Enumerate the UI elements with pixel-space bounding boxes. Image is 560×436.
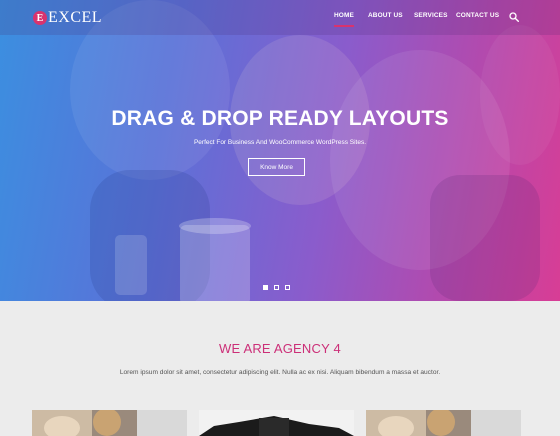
slider-dot-1[interactable]: [263, 285, 268, 290]
nav-services[interactable]: SERVICES: [414, 12, 448, 19]
logo-text: EXCEL: [48, 9, 103, 26]
agency-card-image-2[interactable]: [199, 410, 354, 436]
nav-home[interactable]: HOME: [334, 12, 354, 27]
site-logo[interactable]: E EXCEL: [33, 8, 102, 28]
site-header: E EXCEL HOME ABOUT US SERVICES CONTACT U…: [0, 0, 560, 35]
agency-card-image-3[interactable]: [366, 410, 521, 436]
hero-background-photo: [70, 0, 560, 301]
agency-description: Lorem ipsum dolor sit amet, consectetur …: [119, 369, 441, 376]
hero-subtitle: Perfect For Business And WooCommerce Wor…: [193, 139, 367, 146]
logo-badge: E: [33, 11, 47, 25]
slider-dot-2[interactable]: [274, 285, 279, 290]
nav-contact-us[interactable]: CONTACT US: [456, 12, 499, 19]
nav-about-us[interactable]: ABOUT US: [368, 12, 403, 19]
slider-dot-3[interactable]: [285, 285, 290, 290]
know-more-button[interactable]: Know More: [248, 158, 305, 176]
hero-slider: [0, 0, 560, 301]
agency-card-image-1[interactable]: [32, 410, 187, 436]
hero-title: DRAG & DROP READY LAYOUTS: [111, 107, 449, 130]
search-icon[interactable]: [509, 12, 519, 22]
agency-title: WE ARE AGENCY 4: [219, 341, 341, 356]
